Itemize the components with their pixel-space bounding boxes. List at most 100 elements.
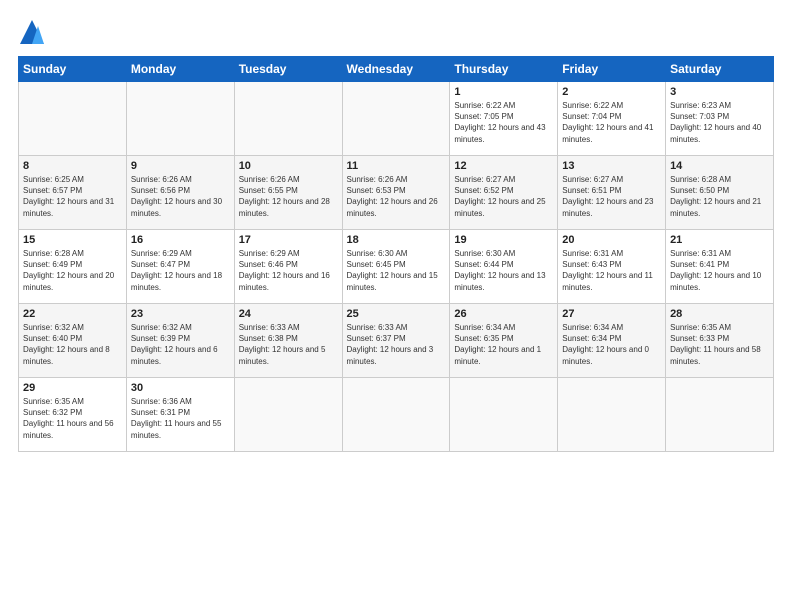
day-info: Sunrise: 6:28 AMSunset: 6:49 PMDaylight:…: [23, 249, 114, 292]
day-info: Sunrise: 6:30 AMSunset: 6:44 PMDaylight:…: [454, 249, 545, 292]
day-number: 28: [670, 308, 769, 320]
calendar-cell: 3 Sunrise: 6:23 AMSunset: 7:03 PMDaylight…: [666, 82, 774, 156]
day-info: Sunrise: 6:36 AMSunset: 6:31 PMDaylight:…: [131, 397, 222, 440]
day-info: Sunrise: 6:30 AMSunset: 6:45 PMDaylight:…: [347, 249, 438, 292]
calendar-cell: 26 Sunrise: 6:34 AMSunset: 6:35 PMDayligh…: [450, 304, 558, 378]
calendar-cell: [342, 82, 450, 156]
day-info: Sunrise: 6:33 AMSunset: 6:38 PMDaylight:…: [239, 323, 326, 366]
day-number: 30: [131, 382, 230, 394]
day-number: 20: [562, 234, 661, 246]
day-number: 23: [131, 308, 230, 320]
day-info: Sunrise: 6:23 AMSunset: 7:03 PMDaylight:…: [670, 101, 761, 144]
day-number: 12: [454, 160, 553, 172]
day-info: Sunrise: 6:22 AMSunset: 7:05 PMDaylight:…: [454, 101, 545, 144]
header-day: Friday: [558, 57, 666, 82]
day-number: 21: [670, 234, 769, 246]
calendar-cell: 8 Sunrise: 6:25 AMSunset: 6:57 PMDaylight…: [19, 156, 127, 230]
calendar-cell: 12 Sunrise: 6:27 AMSunset: 6:52 PMDayligh…: [450, 156, 558, 230]
day-number: 13: [562, 160, 661, 172]
header-day: Thursday: [450, 57, 558, 82]
day-number: 24: [239, 308, 338, 320]
calendar-cell: 20 Sunrise: 6:31 AMSunset: 6:43 PMDayligh…: [558, 230, 666, 304]
day-number: 29: [23, 382, 122, 394]
day-number: 14: [670, 160, 769, 172]
calendar-body: 1 Sunrise: 6:22 AMSunset: 7:05 PMDaylight…: [19, 82, 774, 452]
day-info: Sunrise: 6:26 AMSunset: 6:53 PMDaylight:…: [347, 175, 438, 218]
day-number: 8: [23, 160, 122, 172]
day-number: 11: [347, 160, 446, 172]
calendar-cell: 22 Sunrise: 6:32 AMSunset: 6:40 PMDayligh…: [19, 304, 127, 378]
main-container: SundayMondayTuesdayWednesdayThursdayFrid…: [0, 0, 792, 462]
day-number: 10: [239, 160, 338, 172]
header-day: Tuesday: [234, 57, 342, 82]
calendar-cell: 13 Sunrise: 6:27 AMSunset: 6:51 PMDayligh…: [558, 156, 666, 230]
calendar-cell: 27 Sunrise: 6:34 AMSunset: 6:34 PMDayligh…: [558, 304, 666, 378]
calendar-cell: 24 Sunrise: 6:33 AMSunset: 6:38 PMDayligh…: [234, 304, 342, 378]
day-info: Sunrise: 6:34 AMSunset: 6:34 PMDaylight:…: [562, 323, 649, 366]
calendar-cell: 1 Sunrise: 6:22 AMSunset: 7:05 PMDaylight…: [450, 82, 558, 156]
day-number: 1: [454, 86, 553, 98]
day-number: 17: [239, 234, 338, 246]
day-info: Sunrise: 6:32 AMSunset: 6:40 PMDaylight:…: [23, 323, 110, 366]
day-number: 26: [454, 308, 553, 320]
logo: [18, 18, 48, 46]
calendar-cell: 15 Sunrise: 6:28 AMSunset: 6:49 PMDayligh…: [19, 230, 127, 304]
calendar-cell: [450, 378, 558, 452]
calendar-cell: [342, 378, 450, 452]
header: [18, 18, 774, 46]
calendar-cell: 11 Sunrise: 6:26 AMSunset: 6:53 PMDayligh…: [342, 156, 450, 230]
calendar-cell: 9Sunrise: 6:26 AMSunset: 6:56 PMDaylight…: [126, 156, 234, 230]
day-number: 2: [562, 86, 661, 98]
header-row: SundayMondayTuesdayWednesdayThursdayFrid…: [19, 57, 774, 82]
day-info: Sunrise: 6:31 AMSunset: 6:43 PMDaylight:…: [562, 249, 653, 292]
calendar-cell: 28 Sunrise: 6:35 AMSunset: 6:33 PMDayligh…: [666, 304, 774, 378]
calendar-cell: 19 Sunrise: 6:30 AMSunset: 6:44 PMDayligh…: [450, 230, 558, 304]
day-info: Sunrise: 6:27 AMSunset: 6:51 PMDaylight:…: [562, 175, 653, 218]
logo-icon: [18, 18, 46, 46]
calendar-cell: 2 Sunrise: 6:22 AMSunset: 7:04 PMDaylight…: [558, 82, 666, 156]
day-number: 18: [347, 234, 446, 246]
calendar-week: 8 Sunrise: 6:25 AMSunset: 6:57 PMDaylight…: [19, 156, 774, 230]
day-info: Sunrise: 6:35 AMSunset: 6:33 PMDaylight:…: [670, 323, 761, 366]
day-info: Sunrise: 6:25 AMSunset: 6:57 PMDaylight:…: [23, 175, 114, 218]
header-day: Saturday: [666, 57, 774, 82]
calendar-cell: [126, 82, 234, 156]
calendar-cell: 23 Sunrise: 6:32 AMSunset: 6:39 PMDayligh…: [126, 304, 234, 378]
day-number: 3: [670, 86, 769, 98]
calendar-week: 1 Sunrise: 6:22 AMSunset: 7:05 PMDaylight…: [19, 82, 774, 156]
header-day: Monday: [126, 57, 234, 82]
calendar-cell: 16Sunrise: 6:29 AMSunset: 6:47 PMDayligh…: [126, 230, 234, 304]
calendar-cell: 17 Sunrise: 6:29 AMSunset: 6:46 PMDayligh…: [234, 230, 342, 304]
calendar-cell: 30 Sunrise: 6:36 AMSunset: 6:31 PMDayligh…: [126, 378, 234, 452]
calendar-cell: [558, 378, 666, 452]
header-day: Wednesday: [342, 57, 450, 82]
day-info: Sunrise: 6:27 AMSunset: 6:52 PMDaylight:…: [454, 175, 545, 218]
day-number: 9: [131, 160, 230, 172]
day-info: Sunrise: 6:29 AMSunset: 6:47 PMDaylight:…: [131, 249, 222, 292]
calendar-table: SundayMondayTuesdayWednesdayThursdayFrid…: [18, 56, 774, 452]
day-info: Sunrise: 6:35 AMSunset: 6:32 PMDaylight:…: [23, 397, 114, 440]
calendar-cell: [234, 82, 342, 156]
calendar-cell: [666, 378, 774, 452]
calendar-cell: [19, 82, 127, 156]
day-info: Sunrise: 6:33 AMSunset: 6:37 PMDaylight:…: [347, 323, 434, 366]
calendar-week: 29 Sunrise: 6:35 AMSunset: 6:32 PMDayligh…: [19, 378, 774, 452]
day-number: 15: [23, 234, 122, 246]
calendar-week: 15 Sunrise: 6:28 AMSunset: 6:49 PMDayligh…: [19, 230, 774, 304]
day-info: Sunrise: 6:31 AMSunset: 6:41 PMDaylight:…: [670, 249, 761, 292]
calendar-cell: 14Sunrise: 6:28 AMSunset: 6:50 PMDayligh…: [666, 156, 774, 230]
day-number: 27: [562, 308, 661, 320]
calendar-week: 22 Sunrise: 6:32 AMSunset: 6:40 PMDayligh…: [19, 304, 774, 378]
day-info: Sunrise: 6:22 AMSunset: 7:04 PMDaylight:…: [562, 101, 653, 144]
day-info: Sunrise: 6:34 AMSunset: 6:35 PMDaylight:…: [454, 323, 541, 366]
calendar-cell: 25Sunrise: 6:33 AMSunset: 6:37 PMDayligh…: [342, 304, 450, 378]
calendar-cell: 18 Sunrise: 6:30 AMSunset: 6:45 PMDayligh…: [342, 230, 450, 304]
calendar-cell: 29 Sunrise: 6:35 AMSunset: 6:32 PMDayligh…: [19, 378, 127, 452]
header-day: Sunday: [19, 57, 127, 82]
day-number: 22: [23, 308, 122, 320]
day-number: 19: [454, 234, 553, 246]
calendar-cell: 10 Sunrise: 6:26 AMSunset: 6:55 PMDayligh…: [234, 156, 342, 230]
day-info: Sunrise: 6:32 AMSunset: 6:39 PMDaylight:…: [131, 323, 218, 366]
day-info: Sunrise: 6:26 AMSunset: 6:55 PMDaylight:…: [239, 175, 330, 218]
day-info: Sunrise: 6:29 AMSunset: 6:46 PMDaylight:…: [239, 249, 330, 292]
